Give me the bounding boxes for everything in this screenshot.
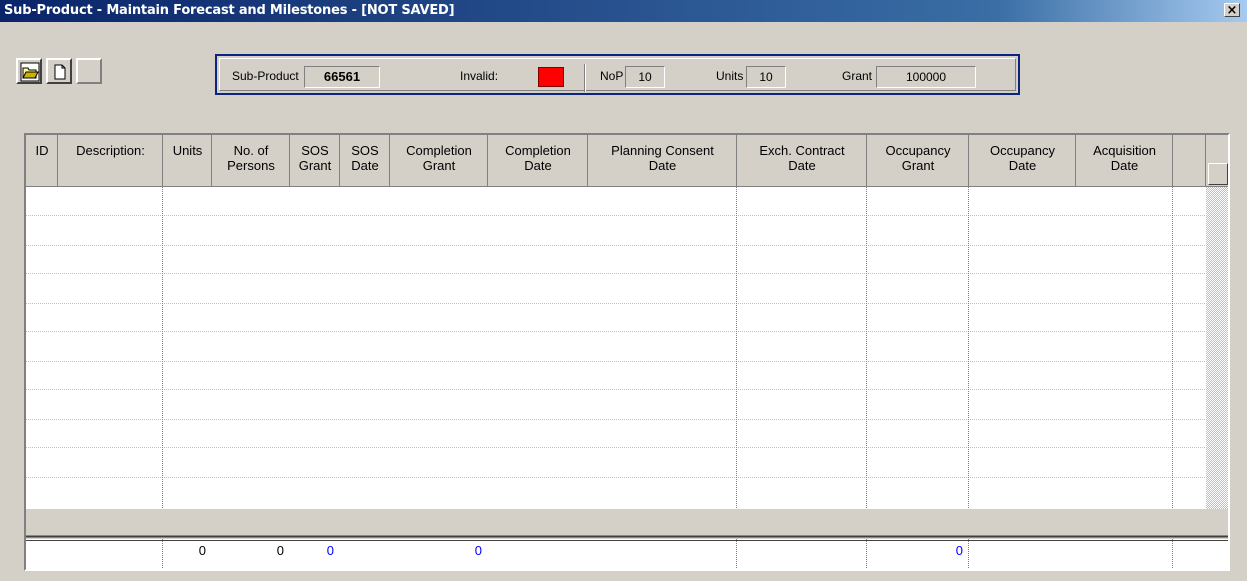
column-header-line: Grant <box>901 158 935 173</box>
column-header-units[interactable]: Units <box>163 135 212 187</box>
subproduct-field[interactable]: 66561 <box>304 66 380 88</box>
close-button[interactable]: × <box>1224 3 1240 18</box>
column-header-id[interactable]: ID <box>26 135 58 187</box>
total-occupancy-grant: 0 <box>955 543 963 558</box>
column-header-line: Exch. Contract <box>759 143 845 158</box>
open-folder-icon <box>20 62 40 82</box>
column-header-completion-date[interactable]: Completion Date <box>488 135 588 187</box>
title-bar[interactable]: Sub-Product - Maintain Forecast and Mile… <box>0 0 1247 22</box>
column-header-line: Grant <box>298 158 332 173</box>
column-header-line: Date <box>788 158 816 173</box>
column-header-line: SOS <box>351 143 379 158</box>
column-header-no-of-persons[interactable]: No. of Persons <box>212 135 290 187</box>
milestones-grid[interactable]: ID Description: Units No. of Persons SOS Grant… <box>24 133 1230 571</box>
column-header-line: Date <box>524 158 552 173</box>
new-document-icon <box>54 64 66 80</box>
column-header-line: No. of <box>233 143 269 158</box>
column-header-occupancy-grant[interactable]: Occupancy Grant <box>867 135 969 187</box>
nop-field[interactable]: 10 <box>625 66 665 88</box>
units-label: Units <box>716 69 744 83</box>
column-header-line: Acquisition <box>1093 143 1156 158</box>
blank-button[interactable] <box>76 58 102 84</box>
column-header-line: Persons <box>227 158 275 173</box>
column-header-line: Grant <box>422 158 456 173</box>
column-header-line: Occupancy <box>885 143 951 158</box>
open-button[interactable] <box>16 58 42 84</box>
column-header-line: Completion <box>505 143 571 158</box>
units-field[interactable]: 10 <box>746 66 786 88</box>
column-header-sos-grant[interactable]: SOS Grant <box>290 135 340 187</box>
column-header-line: Description: <box>76 143 145 158</box>
grant-label: Grant <box>842 69 873 83</box>
column-header-exch-contract-date[interactable]: Exch. Contract Date <box>737 135 867 187</box>
grant-field[interactable]: 100000 <box>876 66 976 88</box>
scrollbar-thumb[interactable] <box>1208 163 1228 185</box>
invalid-indicator <box>538 67 564 87</box>
column-header-acquisition-date[interactable]: Acquisition Date <box>1076 135 1173 187</box>
window-title: Sub-Product - Maintain Forecast and Mile… <box>4 3 455 18</box>
forecast-milestones-window: Sub-Product - Maintain Forecast and Mile… <box>0 0 1247 581</box>
total-sos-grant: 0 <box>326 543 334 558</box>
column-header-line: Date <box>1008 158 1037 173</box>
column-header-line: Occupancy <box>989 143 1056 158</box>
invalid-label: Invalid: <box>460 69 499 83</box>
column-header-line: ID <box>35 143 49 158</box>
column-header-occupancy-date[interactable]: Occupancy Date <box>969 135 1076 187</box>
grid-lines <box>26 135 1228 569</box>
column-header-line: Completion <box>406 143 472 158</box>
vertical-scrollbar[interactable] <box>1206 187 1228 509</box>
column-header-planning-consent-date[interactable]: Planning Consent Date <box>588 135 737 187</box>
column-header-line: Date <box>648 158 677 173</box>
total-persons: 0 <box>276 543 284 558</box>
close-icon: × <box>1226 3 1238 18</box>
total-completion-grant: 0 <box>474 543 482 558</box>
column-header-line: Planning Consent <box>611 143 714 158</box>
separator <box>584 64 586 92</box>
column-header-line: Date <box>351 158 379 173</box>
column-header-line: Date <box>1110 158 1139 173</box>
nop-label: NoP <box>600 69 624 83</box>
column-header-line: SOS <box>301 143 329 158</box>
total-units: 0 <box>198 543 206 558</box>
subproduct-info-bar: Sub-Product 66561 Invalid: NoP 10 Units … <box>215 54 1020 95</box>
column-header-sos-date[interactable]: SOS Date <box>340 135 390 187</box>
column-header-completion-grant[interactable]: Completion Grant <box>390 135 488 187</box>
column-header-description[interactable]: Description: <box>58 135 163 187</box>
new-button[interactable] <box>46 58 72 84</box>
subproduct-label: Sub-Product <box>232 69 299 83</box>
column-header-line: Units <box>172 143 203 158</box>
